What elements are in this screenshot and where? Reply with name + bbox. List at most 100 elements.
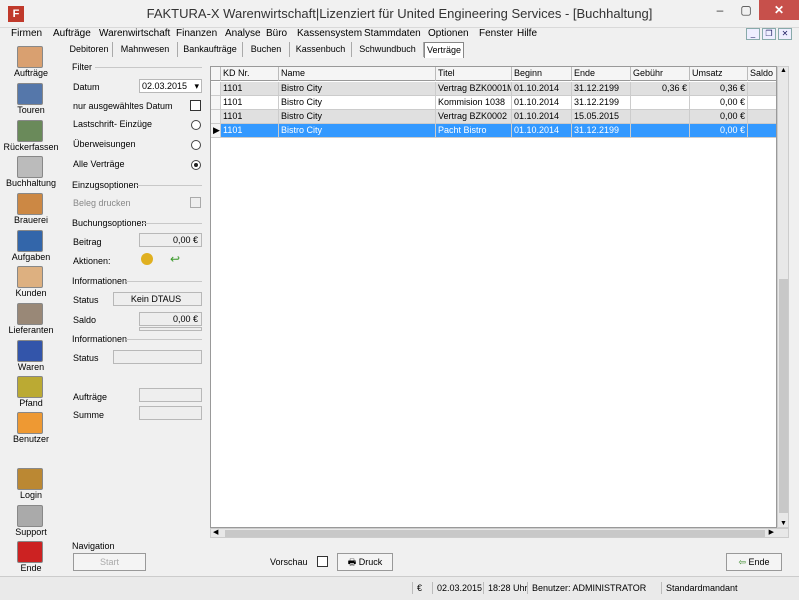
scroll-right-icon[interactable]: ▶ [769, 529, 774, 537]
cell-saldo[interactable] [748, 110, 776, 123]
cell-beginn[interactable]: 01.10.2014 [512, 96, 572, 109]
tab-2[interactable]: Bankaufträge [178, 42, 243, 57]
coins-icon[interactable] [141, 253, 153, 265]
radio-button[interactable] [191, 160, 201, 170]
menu-8[interactable]: Optionen [428, 28, 469, 40]
menu-5[interactable]: Büro [266, 28, 287, 40]
date-picker[interactable]: 02.03.2015 ▾ [139, 79, 202, 93]
column-header[interactable]: Saldo [748, 67, 776, 81]
beleg-drucken-checkbox[interactable] [190, 197, 201, 208]
cell-saldo[interactable] [748, 82, 776, 95]
column-header[interactable]: Gebühr [631, 67, 690, 81]
scroll-down-icon[interactable]: ▼ [780, 520, 787, 527]
cell-ende[interactable]: 31.12.2199 [572, 82, 631, 95]
beitrag-field[interactable]: 0,00 € [139, 233, 202, 247]
sidebar-item-7[interactable]: Lieferanten [0, 301, 62, 338]
cell-gebuehr[interactable] [631, 96, 690, 109]
menu-7[interactable]: Stammdaten [364, 28, 421, 40]
only-date-checkbox[interactable] [190, 100, 201, 111]
cell-saldo[interactable] [748, 96, 776, 109]
ende-button[interactable]: ⇦ Ende [726, 553, 782, 571]
vorschau-checkbox[interactable] [317, 556, 328, 567]
cell-titel[interactable]: Vertrag BZK0001M3 [436, 82, 512, 95]
menu-0[interactable]: Firmen [11, 28, 42, 40]
cell-kd[interactable]: 1101 [221, 124, 279, 137]
menu-2[interactable]: Warenwirtschaft [99, 28, 170, 40]
tab-6[interactable]: Verträge [424, 42, 464, 58]
cell-titel[interactable]: Pacht Bistro [436, 124, 512, 137]
cell-kd[interactable]: 1101 [221, 96, 279, 109]
maximize-button[interactable]: ▢ [733, 0, 759, 20]
table-row[interactable]: 1101 Bistro City Vertrag BZK0001M3 01.10.20… [211, 82, 776, 96]
mdi-minimize-button[interactable]: _ [746, 28, 760, 40]
tab-3[interactable]: Buchen [243, 42, 290, 57]
sidebar-item-4[interactable]: Brauerei [0, 191, 62, 228]
horizontal-scrollbar[interactable]: ◀ ▶ [210, 528, 789, 538]
sidebar-item-5[interactable]: Aufgaben [0, 228, 62, 265]
cell-ende[interactable]: 31.12.2199 [572, 124, 631, 137]
sidebar-item-2[interactable]: Rückerfassen [0, 118, 62, 155]
sidebar-item-9[interactable]: Pfand [0, 374, 62, 411]
menu-4[interactable]: Analyse [225, 28, 261, 40]
table-row[interactable]: 1101 Bistro City Kommision 1038 01.10.2014 3… [211, 96, 776, 110]
cell-name[interactable]: Bistro City [279, 124, 436, 137]
sidebar-item-6[interactable]: Kunden [0, 264, 62, 301]
druck-button[interactable]: 🖶 Druck [337, 553, 393, 571]
cell-kd[interactable]: 1101 [221, 110, 279, 123]
sidebar-item-11[interactable]: Login [0, 466, 62, 503]
menu-6[interactable]: Kassensystem [297, 28, 362, 40]
scroll-left-icon[interactable]: ◀ [213, 529, 218, 537]
mdi-close-button[interactable]: ✕ [778, 28, 792, 40]
vertical-scrollbar[interactable]: ▲ ▼ [777, 66, 789, 528]
sidebar-item-1[interactable]: Touren [0, 81, 62, 118]
cell-umsatz[interactable]: 0,36 € [690, 82, 748, 95]
undo-arrow-icon[interactable]: ↩ [170, 253, 182, 265]
cell-name[interactable]: Bistro City [279, 82, 436, 95]
contracts-table[interactable]: KD Nr. Name Titel Beginn Ende Gebühr Umsatz Sal… [210, 66, 777, 528]
menu-10[interactable]: Hilfe [517, 28, 537, 40]
sidebar-item-12[interactable]: Support [0, 503, 62, 540]
start-button[interactable]: Start [73, 553, 146, 571]
column-header[interactable]: Beginn [512, 67, 572, 81]
cell-gebuehr[interactable]: 0,36 € [631, 82, 690, 95]
scroll-thumb[interactable] [779, 279, 788, 513]
cell-umsatz[interactable]: 0,00 € [690, 96, 748, 109]
cell-gebuehr[interactable] [631, 110, 690, 123]
tab-5[interactable]: Schwundbuch [352, 42, 424, 57]
close-window-button[interactable]: ✕ [759, 0, 799, 20]
tab-4[interactable]: Kassenbuch [290, 42, 352, 57]
cell-titel[interactable]: Vertrag BZK0002 [436, 110, 512, 123]
sidebar-item-3[interactable]: Buchhaltung [0, 154, 62, 191]
menu-3[interactable]: Finanzen [176, 28, 217, 40]
table-row[interactable]: ▶ 1101 Bistro City Pacht Bistro 01.10.2014 31… [211, 124, 776, 138]
column-header[interactable]: Ende [572, 67, 631, 81]
menu-1[interactable]: Aufträge [53, 28, 91, 40]
mdi-restore-button[interactable]: ❐ [762, 28, 776, 40]
hscroll-thumb[interactable] [225, 530, 765, 537]
cell-ende[interactable]: 15.05.2015 [572, 110, 631, 123]
cell-kd[interactable]: 1101 [221, 82, 279, 95]
table-row[interactable]: 1101 Bistro City Vertrag BZK0002 01.10.2014… [211, 110, 776, 124]
tab-1[interactable]: Mahnwesen [113, 42, 178, 57]
sidebar-item-10[interactable]: Benutzer [0, 410, 62, 447]
sidebar-item-8[interactable]: Waren [0, 338, 62, 375]
column-header[interactable]: Name [279, 67, 436, 81]
chevron-down-icon[interactable]: ▾ [194, 80, 199, 92]
cell-beginn[interactable]: 01.10.2014 [512, 82, 572, 95]
cell-beginn[interactable]: 01.10.2014 [512, 124, 572, 137]
cell-saldo[interactable] [748, 124, 776, 137]
menu-9[interactable]: Fenster [479, 28, 513, 40]
sidebar-item-0[interactable]: Aufträge [0, 44, 62, 81]
column-header[interactable]: Umsatz [690, 67, 748, 81]
cell-name[interactable]: Bistro City [279, 96, 436, 109]
scroll-up-icon[interactable]: ▲ [780, 67, 787, 74]
minimize-button[interactable]: – [707, 0, 733, 20]
radio-button[interactable] [191, 140, 201, 150]
cell-gebuehr[interactable] [631, 124, 690, 137]
radio-button[interactable] [191, 120, 201, 130]
sidebar-item-13[interactable]: Ende [0, 539, 62, 576]
cell-name[interactable]: Bistro City [279, 110, 436, 123]
cell-beginn[interactable]: 01.10.2014 [512, 110, 572, 123]
cell-umsatz[interactable]: 0,00 € [690, 110, 748, 123]
cell-ende[interactable]: 31.12.2199 [572, 96, 631, 109]
